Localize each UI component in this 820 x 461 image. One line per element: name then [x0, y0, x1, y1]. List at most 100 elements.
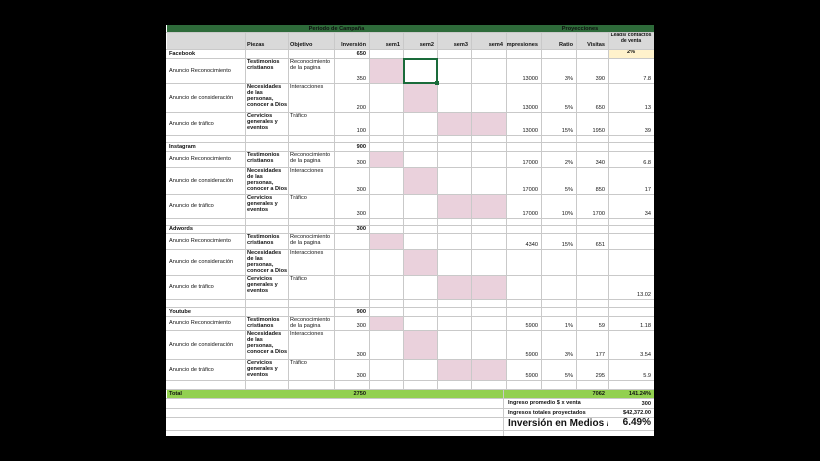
- ratio: 3%: [564, 76, 573, 82]
- investment: [334, 275, 369, 299]
- piece: Testimonios cristianos: [247, 317, 280, 329]
- impressions: [506, 249, 541, 275]
- impressions: 5900: [525, 352, 538, 358]
- selected-cell[interactable]: [403, 58, 438, 84]
- ratio: 15%: [561, 242, 573, 248]
- impressions: [506, 275, 541, 299]
- ratio: 1%: [564, 323, 573, 329]
- ad-type: Anuncio de consideración: [169, 259, 234, 265]
- impressions: 13000: [522, 76, 538, 82]
- ratio: 5%: [564, 373, 573, 379]
- gantt-block: [369, 233, 403, 249]
- piece: Cervicios generales y eventos: [247, 113, 278, 131]
- visits: 340: [595, 160, 605, 166]
- visits: [576, 275, 608, 299]
- leads: 34: [644, 211, 651, 217]
- piece: Testimonios cristianos: [247, 234, 280, 246]
- ingreso-value: 300: [641, 401, 651, 407]
- piece: Necesidades de las personas, conocer a D…: [247, 250, 288, 274]
- section-name: Youtube: [169, 308, 191, 315]
- objective: Reconocimiento de la pagina: [290, 317, 331, 329]
- impressions: 17000: [522, 187, 538, 193]
- gridline: [369, 32, 370, 389]
- piece: Cervicios generales y eventos: [247, 360, 278, 378]
- leads: 3.54: [640, 352, 651, 358]
- objective: Reconocimiento de la pagina: [290, 234, 331, 246]
- gridline: [166, 142, 654, 143]
- leads: 5.9: [643, 373, 651, 379]
- col-header-sem3: sem3: [453, 42, 468, 48]
- col-header-impresiones: Impresiones: [506, 42, 538, 48]
- gantt-block: [403, 330, 437, 359]
- section-inversion: 900: [356, 309, 366, 315]
- impressions: 13000: [522, 128, 538, 134]
- ratio: 15%: [561, 128, 573, 134]
- leads: 7.8: [643, 76, 651, 82]
- ad-type: Anuncio de consideración: [169, 177, 234, 184]
- gridline: [541, 32, 542, 389]
- totales-label: Ingresos totales proyectados: [508, 409, 586, 416]
- section-inversion: 650: [356, 51, 366, 57]
- ratio: 10%: [561, 211, 573, 217]
- gantt-block: [369, 58, 403, 83]
- gridline: [503, 389, 504, 436]
- impressions: 13000: [522, 105, 538, 111]
- gridline: [471, 32, 472, 389]
- objective: Tráfico: [290, 276, 307, 282]
- objective: Tráfico: [290, 360, 307, 366]
- gridline: [166, 135, 654, 136]
- conversion-rate: 2%: [608, 49, 654, 58]
- gridline: [166, 408, 654, 409]
- fill-handle[interactable]: [435, 81, 439, 85]
- gantt-block: [369, 316, 403, 330]
- section-name: Facebook: [169, 50, 196, 57]
- investment: 200: [356, 105, 366, 111]
- gridline: [608, 32, 609, 389]
- ad-type: Anuncio de tráfico: [169, 203, 214, 209]
- impressions: 17000: [522, 211, 538, 217]
- total-label: Total: [169, 390, 182, 397]
- gantt-block: [403, 249, 437, 275]
- gridline: [166, 225, 654, 226]
- ratio: 5%: [564, 105, 573, 111]
- col-header-visitas: Visitas: [587, 42, 605, 48]
- ratio: [541, 249, 576, 275]
- visits: 650: [595, 105, 605, 111]
- section-name: Adwords: [169, 226, 193, 232]
- investment: 100: [356, 128, 366, 134]
- investment: 300: [356, 187, 366, 193]
- col-header-sem2: sem2: [419, 42, 434, 48]
- investment: [334, 249, 369, 275]
- investment: 300: [356, 323, 366, 329]
- investment: 300: [356, 211, 366, 217]
- objective: Tráfico: [290, 195, 307, 201]
- investment: 350: [356, 76, 366, 82]
- gridline: [166, 398, 654, 399]
- col-header-objetivo: Objetivo: [290, 42, 313, 48]
- gridline: [506, 32, 507, 389]
- col-header-sem4: sem4: [488, 42, 503, 48]
- visits: 651: [595, 242, 605, 248]
- leads: [608, 249, 654, 275]
- piece: Necesidades de las personas, conocer a D…: [247, 168, 288, 192]
- total-inversion: 2750: [353, 391, 366, 397]
- gridline: [166, 316, 654, 317]
- total-visits: 7062: [592, 391, 605, 397]
- gridline: [403, 32, 404, 389]
- ad-type: Anuncio de consideración: [169, 94, 234, 101]
- impressions: 17000: [522, 160, 538, 166]
- leads: 1.18: [640, 323, 651, 329]
- objective: Interacciones: [290, 168, 324, 174]
- proyecciones-header: Proyecciones: [561, 25, 599, 32]
- gantt-block: [403, 83, 437, 112]
- ratio: 3%: [564, 352, 573, 358]
- col-header-ratio: Ratio: [559, 42, 573, 48]
- leads: 17: [644, 187, 651, 193]
- gridline: [166, 233, 654, 234]
- section-inversion: 900: [356, 144, 366, 150]
- visits: 295: [595, 373, 605, 379]
- investment: [334, 233, 369, 249]
- gantt-block: [369, 151, 403, 167]
- piece: Testimonios cristianos: [247, 59, 280, 71]
- gridline: [166, 218, 654, 219]
